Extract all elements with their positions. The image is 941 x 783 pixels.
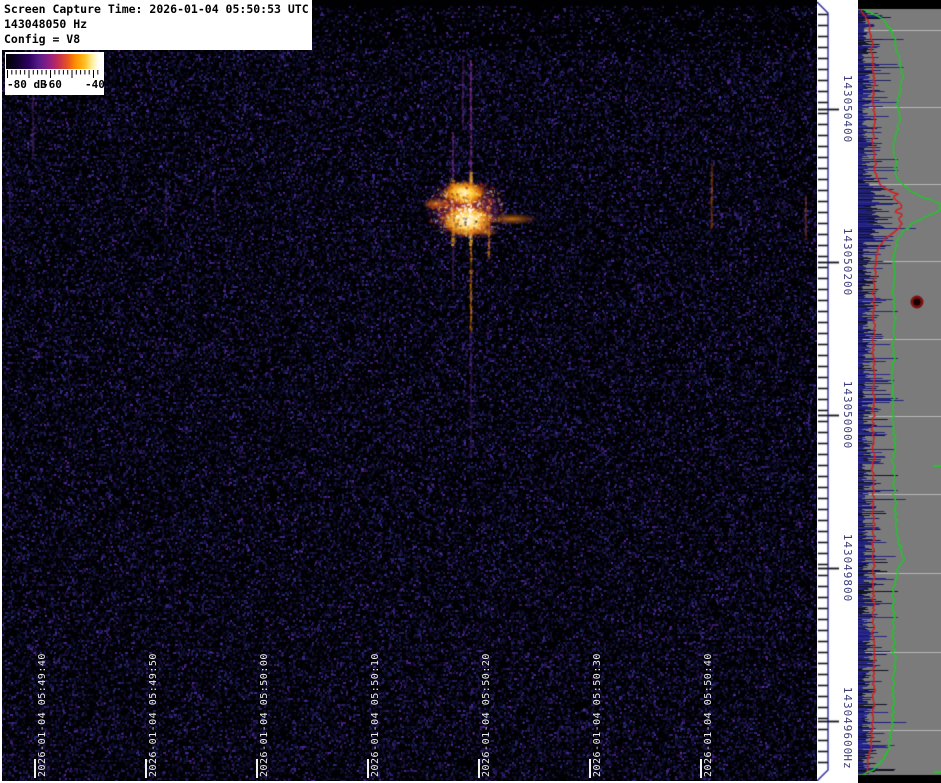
time-tick	[700, 759, 702, 778]
freq-unit-label: Hz	[841, 754, 854, 769]
time-tick	[478, 759, 480, 778]
time-axis-label: 2026-01-04 05:49:40	[37, 653, 48, 777]
freq-tick-label: 143050400	[841, 75, 854, 144]
center-frequency-text: 143048050 Hz	[4, 17, 308, 32]
capture-time-text: Screen Capture Time: 2026-01-04 05:50:53…	[4, 2, 308, 17]
time-axis-label: 2026-01-04 05:50:30	[592, 653, 603, 777]
freq-tick-label: 143049600	[841, 687, 854, 756]
time-tick	[589, 759, 591, 778]
colorbar-db-label: -80 dB	[7, 78, 47, 91]
window-border-left	[0, 0, 2, 783]
freq-tick-label: 143050000	[841, 381, 854, 450]
colorbar-db-label: -40	[85, 78, 105, 91]
freq-tick-label: 143050200	[841, 228, 854, 297]
colorbar-db-label: -60	[42, 78, 62, 91]
spectrum-panel-canvas	[858, 0, 941, 783]
colorbar-gradient	[6, 54, 102, 69]
time-axis-label: 2026-01-04 05:50:20	[481, 653, 492, 777]
info-box: Screen Capture Time: 2026-01-04 05:50:53…	[0, 0, 312, 50]
time-tick	[34, 759, 36, 778]
spectrogram-app: 143050400 143050200 143050000 143049800 1430…	[0, 0, 941, 783]
time-axis-label: 2026-01-04 05:50:40	[703, 653, 714, 777]
freq-tick-label: 143049800	[841, 534, 854, 603]
config-text: Config = V8	[4, 32, 308, 47]
time-tick	[145, 759, 147, 778]
colorbar-legend: -80 dB-60 -40	[5, 52, 104, 95]
time-axis-label: 2026-01-04 05:49:50	[148, 653, 159, 777]
waterfall-canvas	[0, 0, 817, 783]
time-axis-label: 2026-01-04 05:50:00	[259, 653, 270, 777]
time-axis-label: 2026-01-04 05:50:10	[370, 653, 381, 777]
time-tick	[256, 759, 258, 778]
time-tick	[367, 759, 369, 778]
